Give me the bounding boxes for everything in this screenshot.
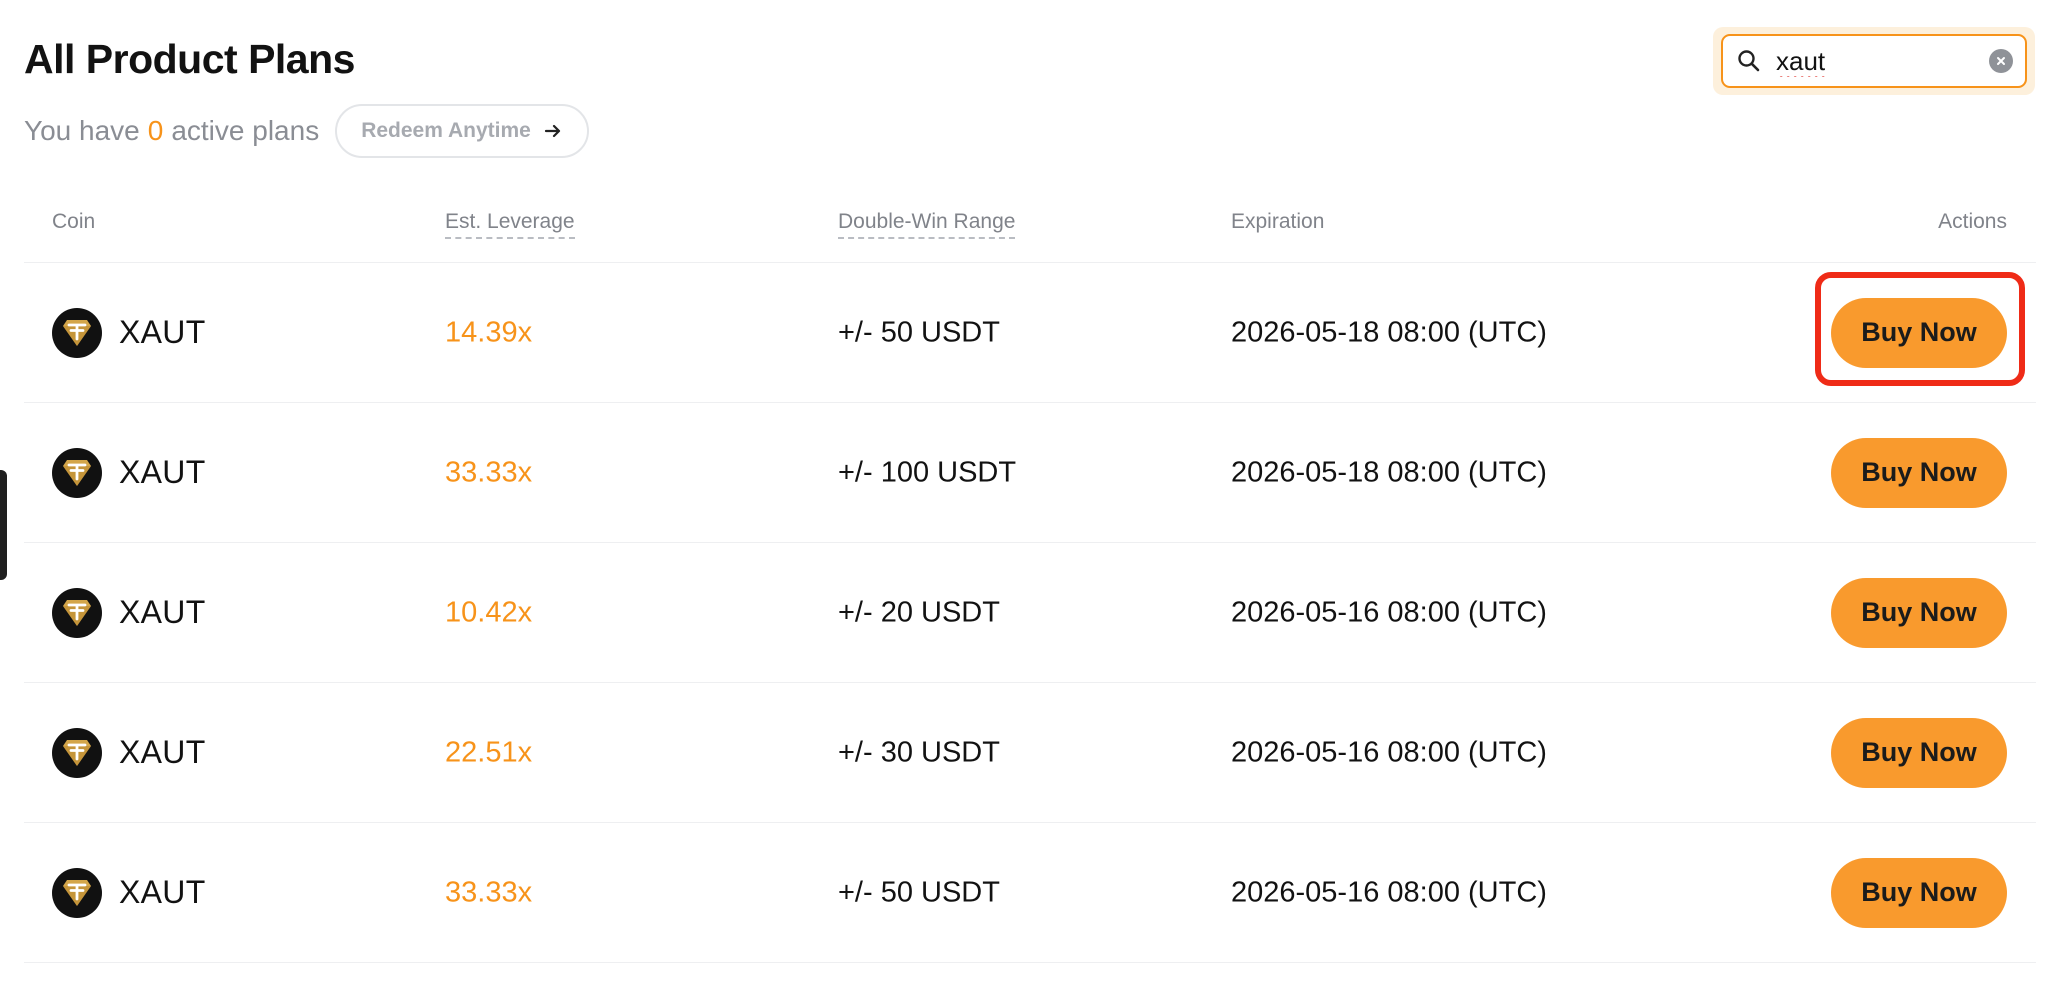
active-plans-prefix: You have <box>24 115 140 146</box>
expiration-value: 2026-05-18 08:00 (UTC) <box>1231 316 1547 348</box>
buy-now-button[interactable]: Buy Now <box>1831 437 2007 508</box>
buy-now-button[interactable]: Buy Now <box>1831 857 2007 928</box>
coin-cell: XAUT <box>52 867 206 918</box>
xaut-coin-logo-icon <box>52 587 102 638</box>
leverage-value: 33.33x <box>445 876 533 908</box>
page: All Product Plans You have 0 active plan… <box>0 0 2048 989</box>
range-value: +/- 30 USDT <box>838 736 1000 768</box>
coin-cell: XAUT <box>52 307 206 358</box>
buy-now-button[interactable]: Buy Now <box>1831 297 2007 368</box>
expiration-value: 2026-05-18 08:00 (UTC) <box>1231 456 1547 488</box>
search-icon <box>1736 48 1762 74</box>
table-row: XAUT 22.51x +/- 30 USDT 2026-05-16 08:00… <box>24 683 2036 823</box>
range-value: +/- 50 USDT <box>838 876 1000 908</box>
table-row: XAUT 14.39x +/- 50 USDT 2026-05-18 08:00… <box>24 263 2036 403</box>
leverage-value: 22.51x <box>445 736 533 768</box>
coin-name: XAUT <box>119 314 206 350</box>
expiration-value: 2026-05-16 08:00 (UTC) <box>1231 736 1547 768</box>
active-plans-summary: You have 0 active plans Redeem Anytime <box>24 103 589 159</box>
redeem-anytime-button[interactable]: Redeem Anytime <box>335 104 589 158</box>
coin-name: XAUT <box>119 734 206 770</box>
table-row: XAUT 33.33x +/- 50 USDT 2026-05-16 08:00… <box>24 823 2036 963</box>
buy-now-button[interactable]: Buy Now <box>1831 577 2007 648</box>
coin-name: XAUT <box>119 594 206 630</box>
leverage-value: 14.39x <box>445 316 533 348</box>
xaut-coin-logo-icon <box>52 727 102 778</box>
arrow-right-icon <box>543 121 563 141</box>
table-row: XAUT 10.42x +/- 20 USDT 2026-05-16 08:00… <box>24 543 2036 683</box>
coin-name: XAUT <box>119 874 206 910</box>
expiration-value: 2026-05-16 08:00 (UTC) <box>1231 876 1547 908</box>
active-plans-count: 0 <box>147 115 164 146</box>
coin-cell: XAUT <box>52 727 206 778</box>
xaut-coin-logo-icon <box>52 307 102 358</box>
clear-icon[interactable] <box>1989 49 2013 73</box>
range-value: +/- 50 USDT <box>838 316 1000 348</box>
leverage-value: 10.42x <box>445 596 533 628</box>
coin-name: XAUT <box>119 454 206 490</box>
expiration-value: 2026-05-16 08:00 (UTC) <box>1231 596 1547 628</box>
search-box[interactable] <box>1721 34 2027 88</box>
search-container <box>1713 27 2035 95</box>
product-plans-table: Coin Est. Leverage Double-Win Range Expi… <box>24 190 2036 963</box>
coin-cell: XAUT <box>52 447 206 498</box>
side-drawer-handle[interactable] <box>0 470 7 580</box>
xaut-coin-logo-icon <box>52 447 102 498</box>
page-title: All Product Plans <box>24 36 355 82</box>
leverage-value: 33.33x <box>445 456 533 488</box>
buy-now-button[interactable]: Buy Now <box>1831 717 2007 788</box>
range-value: +/- 100 USDT <box>838 456 1017 488</box>
search-input[interactable] <box>1774 44 1988 78</box>
coin-cell: XAUT <box>52 587 206 638</box>
header-double-win-range[interactable]: Double-Win Range <box>838 210 1016 239</box>
range-value: +/- 20 USDT <box>838 596 1000 628</box>
xaut-coin-logo-icon <box>52 867 102 918</box>
redeem-anytime-label: Redeem Anytime <box>361 119 531 142</box>
table-row: XAUT 33.33x +/- 100 USDT 2026-05-18 08:0… <box>24 403 2036 543</box>
active-plans-suffix: active plans <box>171 115 320 146</box>
table-header: Coin Est. Leverage Double-Win Range Expi… <box>24 190 2036 263</box>
header-est-leverage[interactable]: Est. Leverage <box>445 210 575 239</box>
header-expiration: Expiration <box>1231 210 1325 233</box>
header-coin: Coin <box>52 210 96 233</box>
header-actions: Actions <box>1938 210 2007 233</box>
